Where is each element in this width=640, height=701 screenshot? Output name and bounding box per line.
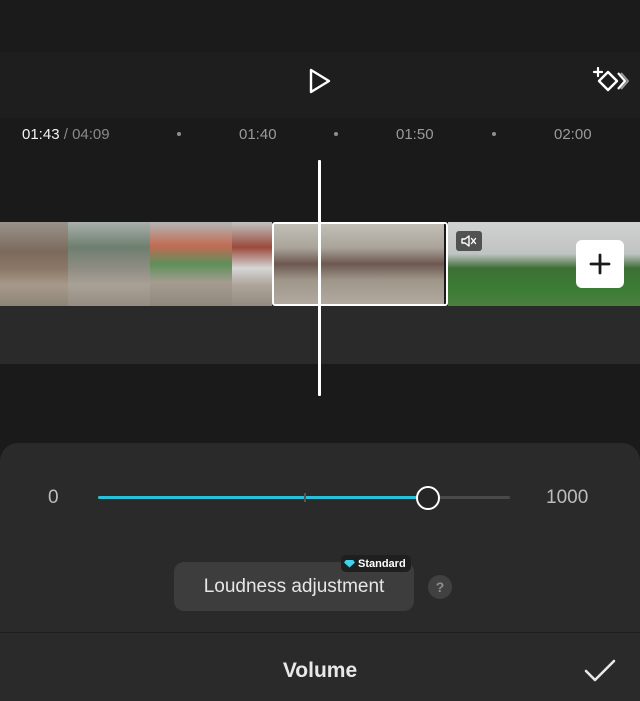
tick-dot	[334, 132, 338, 136]
status-area	[0, 0, 640, 52]
slider-min-label: 0	[48, 487, 59, 508]
current-time: 01:43	[22, 126, 60, 143]
tick-label: 01:50	[396, 126, 434, 143]
panel-title: Volume	[282, 659, 358, 682]
loudness-adjustment-label: Loudness adjustment	[203, 575, 385, 597]
clip-thumbnail	[232, 222, 272, 306]
play-button[interactable]	[300, 61, 340, 101]
standard-badge-label: Standard	[358, 557, 406, 570]
checkmark-icon	[584, 659, 616, 682]
confirm-button[interactable]	[580, 653, 620, 689]
standard-badge: Standard	[341, 555, 411, 572]
tick-dot	[177, 132, 181, 136]
diamond-icon	[344, 560, 355, 568]
add-keyframe-button[interactable]	[588, 58, 632, 102]
help-button[interactable]: ?	[428, 575, 452, 599]
panel-divider	[0, 632, 640, 633]
clip-thumbnail	[150, 222, 232, 306]
add-keyframe-icon	[592, 66, 629, 92]
timecode: 01:43 / 04:09	[22, 126, 110, 143]
slider-midpoint-mark	[304, 493, 306, 502]
total-time: 04:09	[72, 126, 110, 143]
clip-thumbnail	[0, 222, 68, 306]
tick-dot	[492, 132, 496, 136]
slider-max-label: 1000	[546, 487, 589, 508]
slider-fill	[98, 496, 428, 499]
plus-icon	[589, 253, 611, 275]
volume-slider[interactable]	[98, 486, 510, 510]
timeline-ruler[interactable]: 01:43 / 04:09 01:40 01:50 02:00	[0, 118, 640, 154]
add-clip-button[interactable]	[576, 240, 624, 288]
playhead[interactable]	[318, 160, 321, 396]
tick-label: 02:00	[554, 126, 592, 143]
muted-clip-badge	[456, 231, 482, 251]
muted-speaker-icon	[461, 235, 477, 247]
tick-label: 01:40	[239, 126, 277, 143]
preview-toolbar	[0, 52, 640, 118]
slider-knob[interactable]	[415, 486, 440, 510]
clip-thumbnail	[68, 222, 150, 306]
play-icon	[309, 68, 331, 94]
time-separator: /	[63, 126, 68, 143]
selected-clip-border[interactable]	[272, 222, 448, 306]
volume-panel: 0 1000 Loudness adjustment Standard ? Vo…	[0, 443, 640, 701]
